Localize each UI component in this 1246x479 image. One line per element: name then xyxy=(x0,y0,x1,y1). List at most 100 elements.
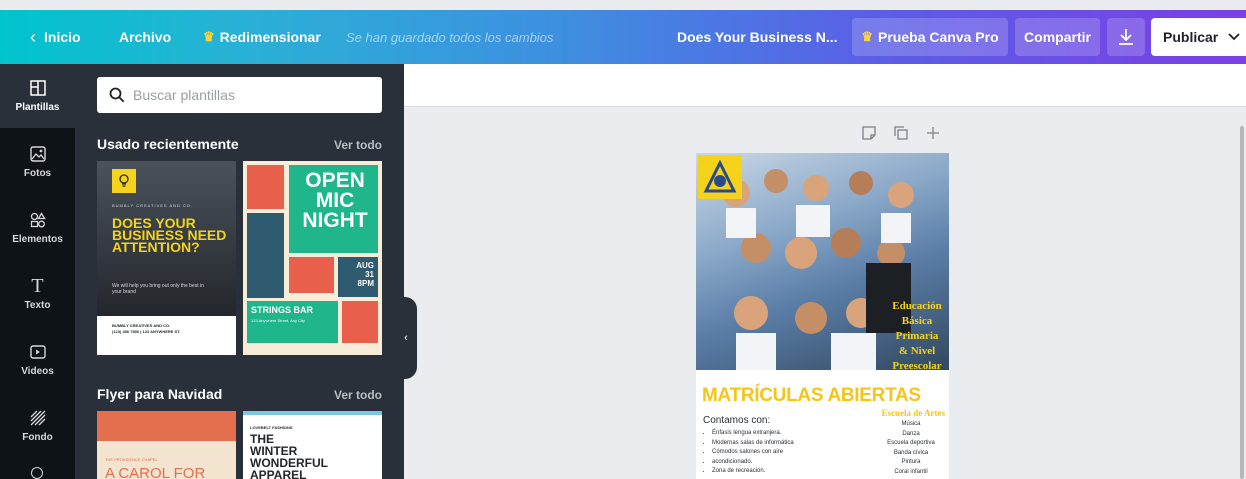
list-item: Pintura xyxy=(901,459,921,465)
top-toolbar: ‹ Inicio Archivo ♛ Redimensionar Se han … xyxy=(0,10,1246,64)
duplicate-icon[interactable] xyxy=(894,126,908,140)
download-button[interactable] xyxy=(1107,18,1145,56)
rail-label-videos: Videos xyxy=(21,366,54,377)
chevron-left-icon: ‹ xyxy=(404,332,408,344)
template-headline: THE WINTER WONDERFUL APPAREL SALE xyxy=(250,432,328,479)
right-list-title: Escuela de Artes xyxy=(881,408,946,418)
list-item: Énfasis lengua extranjera. xyxy=(712,429,862,439)
venue-name: STRINGS BAR xyxy=(251,305,314,315)
list-item: Modernas salas de informática xyxy=(712,439,862,449)
list-item: Banda cívica xyxy=(893,449,929,456)
publish-label: Publicar xyxy=(1163,29,1219,45)
resize-label: Redimensionar xyxy=(219,29,321,45)
back-home-button[interactable]: ‹ Inicio xyxy=(30,10,81,64)
section-title-christmas: Flyer para Navidad xyxy=(97,386,223,402)
date-day: 31 xyxy=(365,270,374,279)
date-block: AUG 31 8PM xyxy=(338,257,378,297)
list-item: Cómodos salones con aire xyxy=(712,448,862,458)
try-pro-label: Prueba Canva Pro xyxy=(878,29,999,45)
add-page-icon[interactable] xyxy=(926,126,940,140)
left-list-title: Contamos con: xyxy=(703,415,771,426)
template-headline: OPEN MIC NIGHT xyxy=(302,169,368,232)
template-footer: BUMBLY CREATIVES AND CO. (123) 456 7890 … xyxy=(97,316,236,355)
save-status: Se han guardado todos los cambios xyxy=(346,29,554,45)
left-list: Énfasis lengua extranjera. Modernas sala… xyxy=(712,429,862,477)
template-footer-company: BUMBLY CREATIVES AND CO. xyxy=(112,323,171,328)
template-small: THE PROVIDENCE CHAPEL xyxy=(105,457,158,462)
more-icon[interactable] xyxy=(31,467,43,479)
side-text: Educación Básica Primaria & Nivel Preesc… xyxy=(886,299,948,374)
list-item: Zona de recreación. xyxy=(712,467,862,477)
section-title-recent: Usado recientemente xyxy=(97,136,239,152)
resize-button[interactable]: ♛ Redimensionar xyxy=(203,10,321,64)
bulb-icon xyxy=(112,169,136,193)
download-icon xyxy=(1119,29,1133,45)
share-button[interactable]: Compartir xyxy=(1015,18,1100,56)
template-body: We will help you bring out only the best… xyxy=(112,283,204,295)
editor-toolbar xyxy=(404,64,1246,107)
speaker-block xyxy=(247,213,284,298)
template-card-winter[interactable]: LOVEBELT FASHIONS THE WINTER WONDERFUL A… xyxy=(243,411,382,479)
list-item: Música xyxy=(901,421,921,427)
publish-button[interactable]: Publicar xyxy=(1151,18,1246,56)
video-icon xyxy=(29,343,47,361)
list-item: Coral infantil xyxy=(894,468,928,475)
chevron-down-icon xyxy=(1228,33,1240,41)
document-title[interactable]: Does Your Business N... xyxy=(677,10,838,64)
list-item: Danza xyxy=(902,430,920,437)
list-item: Escuela deportiva xyxy=(887,440,935,446)
headphones-block xyxy=(289,257,334,293)
file-menu-button[interactable]: Archivo xyxy=(119,10,171,64)
rail-item-background[interactable]: Fondo xyxy=(0,394,75,458)
side-nav: Plantillas Fotos Elementos T Texto Video… xyxy=(0,64,75,479)
template-search[interactable] xyxy=(97,77,382,113)
collapse-panel-button[interactable]: ‹ xyxy=(395,297,417,379)
side-text-line: Preescolar xyxy=(892,360,942,372)
template-footer-phone: (123) 456 7890 | 123 ANYWHERE ST. xyxy=(112,329,181,334)
page-headline: MATRÍCULAS ABIERTAS xyxy=(702,385,921,406)
elements-icon xyxy=(29,211,47,229)
template-card-business[interactable]: BUMBLY CREATIVES AND CO. DOES YOUR BUSIN… xyxy=(97,161,236,355)
template-headline: A CAROL FOR xyxy=(105,465,206,479)
rail-label-text: Texto xyxy=(24,300,51,311)
ticket-block xyxy=(342,301,378,343)
template-small: LOVEBELT FASHIONS xyxy=(250,425,293,430)
side-text-line: Educación xyxy=(892,300,942,312)
template-card-carol[interactable]: THE PROVIDENCE CHAPEL A CAROL FOR xyxy=(97,411,236,479)
date-month: AUG xyxy=(356,261,374,270)
rail-item-elements[interactable]: Elementos xyxy=(0,196,75,260)
rail-item-text[interactable]: T Texto xyxy=(0,262,75,326)
chevron-left-icon: ‹ xyxy=(30,26,36,47)
rail-item-templates[interactable]: Plantillas xyxy=(0,64,75,128)
side-text-line: & Nivel xyxy=(898,345,936,357)
note-icon[interactable] xyxy=(862,126,876,140)
see-all-christmas-link[interactable]: Ver todo xyxy=(334,388,382,402)
rail-item-videos[interactable]: Videos xyxy=(0,328,75,392)
template-brand: BUMBLY CREATIVES AND CO. xyxy=(112,203,194,208)
rail-label-templates: Plantillas xyxy=(15,102,60,113)
background-icon xyxy=(29,409,47,427)
see-all-recent-link[interactable]: Ver todo xyxy=(334,138,382,152)
search-input[interactable] xyxy=(133,87,363,103)
canvas-scrollbar[interactable] xyxy=(1240,126,1244,479)
crown-icon: ♛ xyxy=(861,29,874,44)
try-pro-button[interactable]: ♛ Prueba Canva Pro xyxy=(852,18,1008,56)
crown-icon: ♛ xyxy=(203,29,215,44)
list-item: acondicionado. xyxy=(712,458,862,468)
side-text-line: Primaria xyxy=(895,330,939,342)
rail-item-photos[interactable]: Fotos xyxy=(0,130,75,194)
template-card-open-mic[interactable]: OPEN MIC NIGHT AUG 31 8PM STRINGS BAR 12… xyxy=(243,161,382,355)
rail-label-background: Fondo xyxy=(22,432,53,443)
right-list: Música Danza Escuela deportiva Banda cív… xyxy=(876,420,946,477)
mic-block xyxy=(247,165,284,209)
rail-label-photos: Fotos xyxy=(23,168,52,179)
top-stripe xyxy=(243,411,382,415)
page-tools xyxy=(862,126,940,140)
design-page[interactable]: Educación Básica Primaria & Nivel Preesc… xyxy=(696,153,949,479)
side-text-line: Básica xyxy=(901,315,933,327)
rail-label-elements: Elementos xyxy=(12,234,63,245)
birds-band xyxy=(97,411,236,441)
photos-icon xyxy=(29,145,47,163)
venue-block: STRINGS BAR 123 Anywhere Street, Any Cit… xyxy=(247,301,338,343)
date-time: 8PM xyxy=(357,279,374,288)
